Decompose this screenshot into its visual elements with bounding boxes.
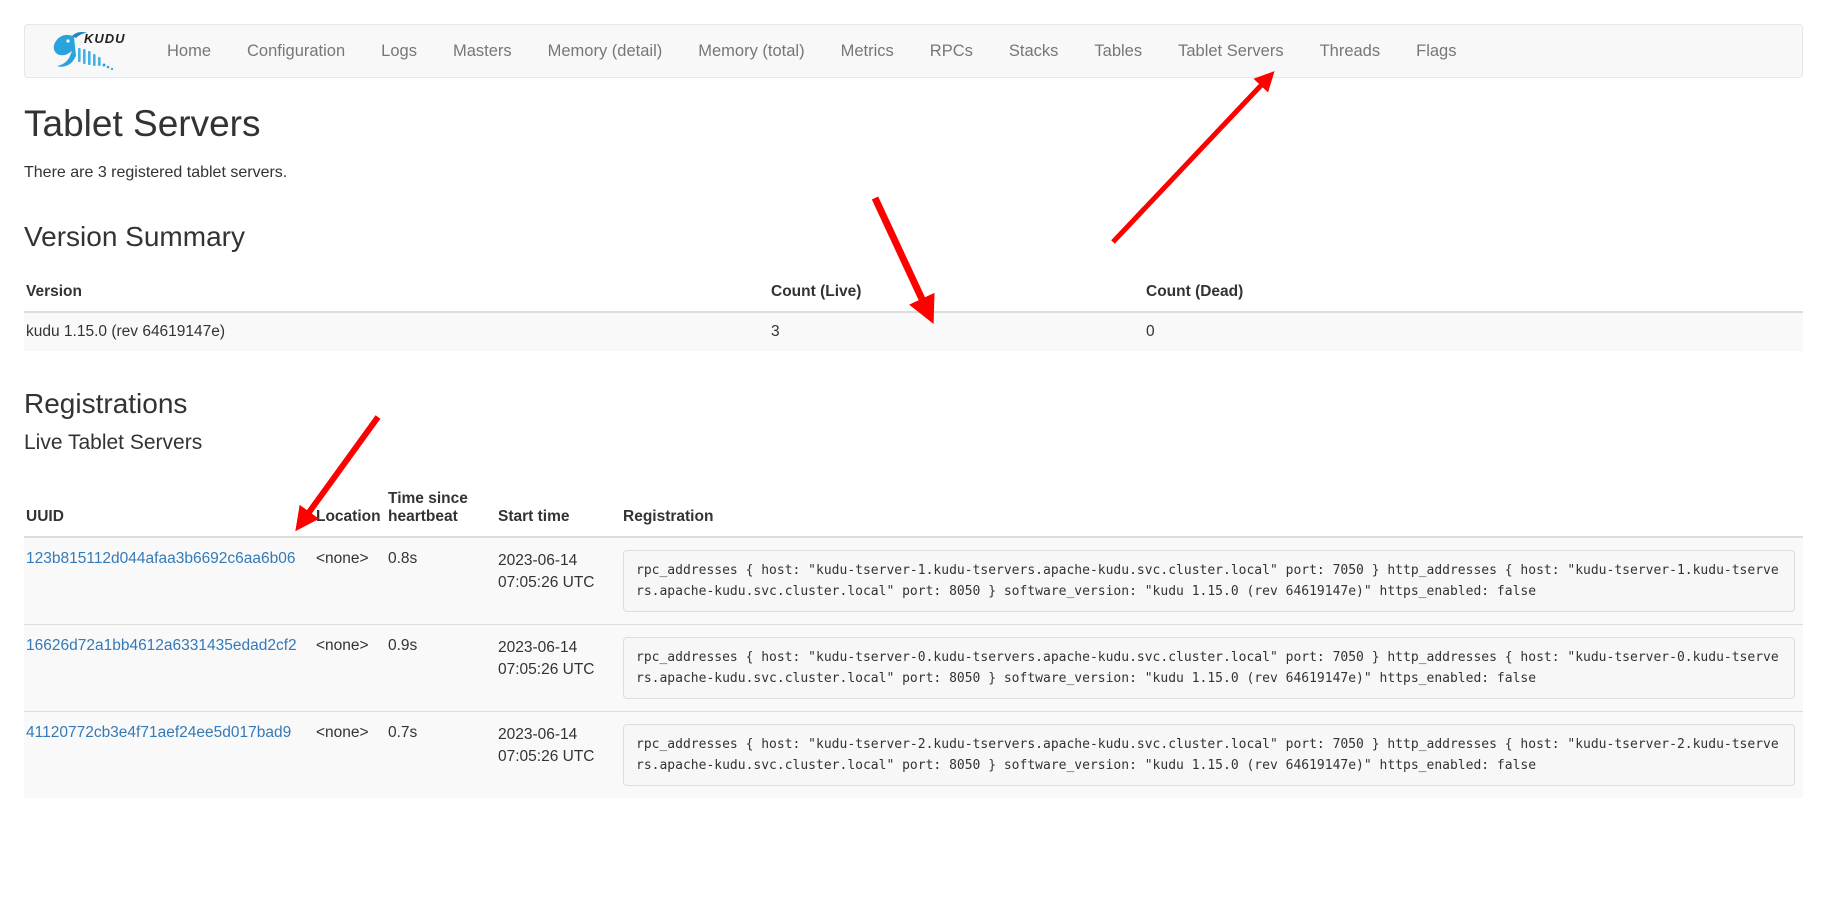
version-value: kudu 1.15.0 (rev 64619147e) [24, 311, 769, 352]
start-time-value: 2023-06-14 07:05:26 UTC [496, 710, 621, 798]
registration-details: rpc_addresses { host: "kudu-tserver-1.ku… [623, 549, 1795, 612]
nav-links: Home Configuration Logs Masters Memory (… [149, 25, 1474, 77]
kudu-wordmark: KUDU [84, 31, 126, 46]
page-content: Tablet Servers There are 3 registered ta… [24, 90, 1803, 798]
count-dead-column-header: Count (Dead) [1144, 275, 1803, 314]
count-live-value: 3 [769, 311, 1144, 352]
heartbeat-value: 0.8s [386, 536, 496, 625]
nav-item-threads[interactable]: Threads [1302, 24, 1399, 78]
nav-item-logs[interactable]: Logs [363, 24, 435, 78]
registration-details: rpc_addresses { host: "kudu-tserver-2.ku… [623, 723, 1795, 786]
nav-item-configuration[interactable]: Configuration [229, 24, 363, 78]
location-value: <none> [314, 623, 386, 712]
nav-item-flags[interactable]: Flags [1398, 24, 1474, 78]
registrations-header-row: UUID Location Time since heartbeat Start… [24, 481, 1803, 538]
table-row: kudu 1.15.0 (rev 64619147e) 3 0 [24, 311, 1803, 352]
location-value: <none> [314, 536, 386, 625]
start-date: 2023-06-14 [498, 638, 578, 656]
start-clock: 07:05:26 UTC [498, 748, 595, 766]
main-navbar: KUDU Home Configuration Logs Masters Mem… [24, 24, 1803, 78]
count-dead-value: 0 [1144, 311, 1803, 352]
kudu-logo-icon[interactable]: KUDU [43, 26, 135, 76]
heartbeat-value: 0.9s [386, 623, 496, 712]
table-row: 41120772cb3e4f71aef24ee5d017bad9 <none> … [24, 710, 1803, 798]
nav-item-stacks[interactable]: Stacks [991, 24, 1077, 78]
nav-item-memory-detail[interactable]: Memory (detail) [530, 24, 681, 78]
tablet-server-uuid-link[interactable]: 16626d72a1bb4612a6331435edad2cf2 [26, 637, 297, 654]
version-summary-table: Version Count (Live) Count (Dead) kudu 1… [24, 275, 1803, 352]
start-time-value: 2023-06-14 07:05:26 UTC [496, 623, 621, 712]
nav-item-masters[interactable]: Masters [435, 24, 530, 78]
version-column-header: Version [24, 275, 769, 314]
table-row: 123b815112d044afaa3b6692c6aa6b06 <none> … [24, 536, 1803, 625]
registrations-table: UUID Location Time since heartbeat Start… [24, 481, 1803, 798]
tablet-servers-page: KUDU Home Configuration Logs Masters Mem… [0, 0, 1827, 912]
count-live-column-header: Count (Live) [769, 275, 1144, 314]
version-summary-heading: Version Summary [24, 221, 245, 253]
heartbeat-value: 0.7s [386, 710, 496, 798]
nav-item-tablet-servers[interactable]: Tablet Servers [1160, 24, 1301, 78]
nav-item-tables[interactable]: Tables [1076, 24, 1160, 78]
registration-column-header: Registration [621, 481, 1803, 538]
start-time-value: 2023-06-14 07:05:26 UTC [496, 536, 621, 625]
start-date: 2023-06-14 [498, 551, 578, 569]
registration-details: rpc_addresses { host: "kudu-tserver-0.ku… [623, 636, 1795, 699]
nav-item-rpcs[interactable]: RPCs [912, 24, 991, 78]
uuid-column-header: UUID [24, 481, 314, 538]
kudu-logo-svg: KUDU [53, 31, 126, 71]
registered-count-text: There are 3 registered tablet servers. [24, 163, 288, 181]
nav-item-metrics[interactable]: Metrics [823, 24, 912, 78]
page-title: Tablet Servers [24, 103, 261, 144]
start-time-column-header: Start time [496, 481, 621, 538]
start-clock: 07:05:26 UTC [498, 661, 595, 679]
registrations-heading: Registrations [24, 388, 188, 420]
tablet-server-uuid-link[interactable]: 41120772cb3e4f71aef24ee5d017bad9 [26, 724, 291, 741]
nav-item-memory-total[interactable]: Memory (total) [680, 24, 822, 78]
start-date: 2023-06-14 [498, 725, 578, 743]
start-clock: 07:05:26 UTC [498, 574, 595, 592]
location-value: <none> [314, 710, 386, 798]
nav-item-home[interactable]: Home [149, 24, 229, 78]
live-tablet-servers-subheading: Live Tablet Servers [24, 431, 203, 455]
tablet-server-uuid-link[interactable]: 123b815112d044afaa3b6692c6aa6b06 [26, 550, 296, 567]
location-column-header: Location [314, 481, 386, 538]
heartbeat-column-header: Time since heartbeat [386, 481, 496, 538]
table-row: 16626d72a1bb4612a6331435edad2cf2 <none> … [24, 623, 1803, 712]
version-table-header-row: Version Count (Live) Count (Dead) [24, 275, 1803, 314]
